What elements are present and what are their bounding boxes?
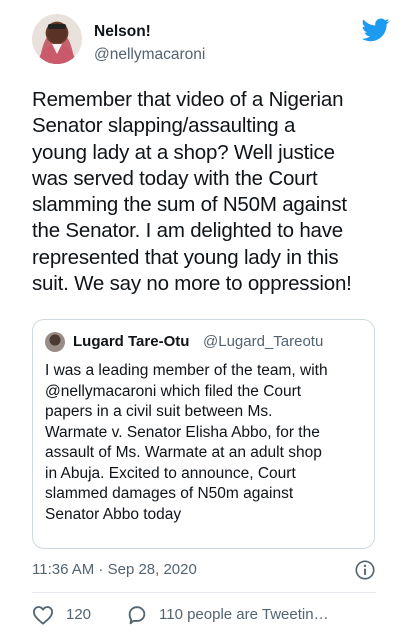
tweet-line: Remember that video of a Nigerian: [32, 88, 344, 111]
tweet-line: young lady at a shop? Well justice: [32, 140, 335, 164]
tweet-text: Remember that video of a Nigerian Senato…: [32, 87, 392, 297]
quoted-line: slammed damages of N50m against: [45, 485, 294, 502]
tweet-card: Nelson! @nellymacaroni Remember that vid…: [0, 0, 408, 640]
quoted-author-name[interactable]: Lugard Tare-Otu: [73, 333, 189, 350]
tweet-timestamp[interactable]: 11:36 AM · Sep 28, 2020: [32, 561, 197, 578]
info-icon[interactable]: [354, 559, 376, 581]
tweet-line: the Senator. I am delighted to have: [32, 219, 343, 243]
quoted-tweet[interactable]: Lugard Tare-Otu @Lugard_Tareotu I was a …: [32, 319, 375, 549]
tweet-line: slamming the sum of N50M against: [32, 193, 347, 217]
author-avatar[interactable]: [32, 14, 82, 64]
quoted-line: I was a leading member of the team, with: [45, 362, 328, 379]
quoted-tweet-text: I was a leading member of the team, with…: [45, 361, 367, 525]
tweet-line: Senator slapping/assaulting a: [32, 114, 296, 138]
avatar-photo-icon: [38, 23, 76, 64]
quoted-line: in Abuja. Excited to announce, Court: [45, 464, 296, 482]
quoted-line: Senator Abbo today: [45, 505, 182, 523]
quoted-author-handle[interactable]: @Lugard_Tareotu: [203, 333, 323, 350]
quoted-line: assault of Ms. Warmate at an adult shop: [45, 444, 322, 461]
tweet-actions: 120 110 people are Tweetin…: [32, 604, 392, 628]
tweet-header: Nelson! @nellymacaroni: [32, 14, 392, 76]
quoted-author-avatar[interactable]: [45, 332, 65, 352]
quoted-line: Warmate v. Senator Elisha Abbo, for the: [45, 423, 320, 441]
author-handle[interactable]: @nellymacaroni: [94, 46, 205, 64]
tweet-line: represented that young lady in this: [32, 245, 339, 269]
tweet-line: was served today with the Court: [32, 166, 318, 190]
divider: [32, 592, 376, 593]
author-name[interactable]: Nelson!: [94, 23, 151, 41]
heart-icon[interactable]: [32, 605, 54, 625]
reply-summary[interactable]: 110 people are Tweetin…: [159, 606, 329, 623]
quoted-line: @nellymacaroni which filed the Court: [45, 382, 302, 400]
quoted-line: papers in a civil suit between Ms.: [45, 403, 273, 420]
reply-bubble-icon[interactable]: [126, 604, 148, 626]
twitter-bird-icon[interactable]: [362, 18, 390, 42]
tweet-line: suit. We say no more to oppression!: [32, 272, 352, 296]
like-count[interactable]: 120: [66, 606, 91, 623]
